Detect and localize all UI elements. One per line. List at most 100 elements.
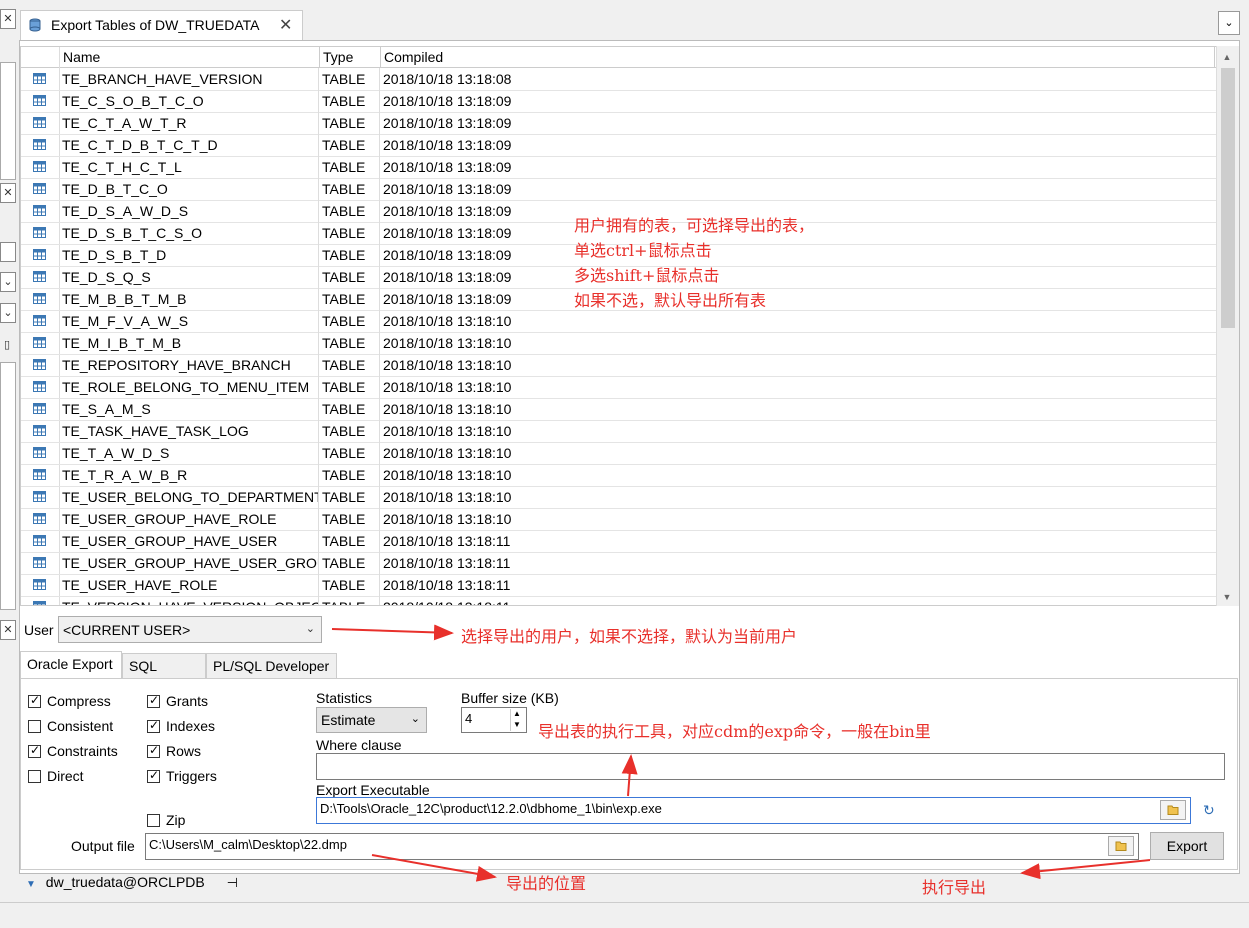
tab-sql-inserts[interactable]: SQL Inserts bbox=[122, 653, 206, 699]
export-executable-value: D:\Tools\Oracle_12C\product\12.2.0\dbhom… bbox=[320, 801, 662, 816]
compress-checkbox[interactable]: ✓ bbox=[28, 693, 41, 708]
cell-compiled: 2018/10/18 13:18:11 bbox=[381, 596, 681, 605]
cell-compiled: 2018/10/18 13:18:10 bbox=[383, 467, 512, 483]
column-header-type[interactable]: Type bbox=[320, 47, 381, 67]
cell-type: TABLE bbox=[320, 464, 380, 486]
table-row[interactable]: TE_T_R_A_W_B_R TABLE 2018/10/18 13:18:10 bbox=[21, 464, 1217, 487]
user-select-value: <CURRENT USER> bbox=[63, 622, 191, 638]
rows-label: Rows bbox=[166, 743, 202, 759]
close-icon[interactable]: ✕ bbox=[0, 183, 16, 203]
chevron-down-icon[interactable]: ⌄ bbox=[0, 303, 16, 323]
browse-output-button[interactable] bbox=[1108, 836, 1134, 856]
triangle-down-icon: ▼ bbox=[26, 879, 36, 890]
table-icon bbox=[33, 249, 46, 260]
check-icon: ✓ bbox=[149, 768, 160, 782]
cell-type: TABLE bbox=[320, 420, 380, 442]
cell-compiled: 2018/10/18 13:18:09 bbox=[383, 137, 512, 153]
consistent-checkbox[interactable] bbox=[28, 720, 41, 733]
close-icon[interactable]: ✕ bbox=[0, 620, 16, 640]
check-icon: ✓ bbox=[30, 693, 41, 707]
user-select[interactable]: <CURRENT USER> ⌄ bbox=[58, 616, 322, 643]
triggers-checkbox[interactable]: ✓ bbox=[147, 768, 160, 783]
table-row[interactable]: TE_USER_BELONG_TO_DEPARTMENT TABLE 2018/10… bbox=[21, 486, 1217, 509]
grid-header: Name Type Compiled bbox=[21, 47, 1217, 68]
export-executable-input[interactable]: D:\Tools\Oracle_12C\product\12.2.0\dbhom… bbox=[316, 797, 1191, 824]
connection-status[interactable]: ▼ dw_truedata@ORCLPDB ⊣ bbox=[26, 874, 238, 891]
cell-name: TE_USER_HAVE_ROLE bbox=[60, 574, 319, 596]
where-clause-input[interactable] bbox=[316, 753, 1225, 780]
check-icon: ✓ bbox=[30, 743, 41, 757]
grants-checkbox[interactable]: ✓ bbox=[147, 693, 160, 708]
browse-executable-button[interactable] bbox=[1160, 800, 1186, 820]
table-row[interactable]: TE_T_A_W_D_S TABLE 2018/10/18 13:18:10 bbox=[21, 442, 1217, 465]
table-row[interactable]: TE_C_T_D_B_T_C_T_D TABLE 2018/10/18 13:18:… bbox=[21, 134, 1217, 157]
buffer-size-spinner[interactable]: ▲ ▼ bbox=[510, 709, 526, 731]
table-row[interactable]: TE_VERSION_HAVE_VERSION_OBJECTTABLE2018/… bbox=[21, 596, 1217, 605]
table-row[interactable]: TE_BRANCH_HAVE_VERSION TABLE 2018/10/18 13… bbox=[21, 68, 1217, 91]
scroll-up-arrow-icon[interactable]: ▲ bbox=[1220, 50, 1234, 64]
cell-name: TE_REPOSITORY_HAVE_BRANCH bbox=[60, 354, 319, 376]
direct-checkbox[interactable] bbox=[28, 770, 41, 783]
cell-compiled: 2018/10/18 13:18:09 bbox=[383, 159, 512, 175]
table-icon bbox=[33, 227, 46, 238]
table-row[interactable]: TE_USER_HAVE_ROLE TABLE 2018/10/18 13:18:1… bbox=[21, 574, 1217, 597]
table-row[interactable]: TE_USER_GROUP_HAVE_USER TABLE 2018/10/18 1… bbox=[21, 530, 1217, 553]
cell-name: TE_C_T_A_W_T_R bbox=[60, 112, 319, 134]
cell-name: TE_VERSION_HAVE_VERSION_OBJECT bbox=[60, 596, 319, 605]
cell-compiled: 2018/10/18 13:18:11 bbox=[383, 555, 511, 571]
where-clause-label: Where clause bbox=[316, 737, 402, 753]
annotation-output: 导出的位置 bbox=[506, 874, 587, 893]
table-row[interactable]: TE_C_T_H_C_T_L TABLE 2018/10/18 13:18:09 bbox=[21, 156, 1217, 179]
statistics-select[interactable]: Estimate ⌄ bbox=[316, 707, 427, 733]
tab-plsql-developer[interactable]: PL/SQL Developer bbox=[206, 653, 337, 678]
annotation-user: 选择导出的用户，如果不选择，默认为当前用户 bbox=[461, 627, 798, 646]
table-row[interactable]: TE_USER_GROUP_HAVE_ROLE TABLE 2018/10/18 1… bbox=[21, 508, 1217, 531]
zip-checkbox[interactable] bbox=[147, 814, 160, 827]
chevron-down-icon: ⌄ bbox=[305, 623, 315, 635]
table-row[interactable]: TE_C_T_A_W_T_R TABLE 2018/10/18 13:18:09 bbox=[21, 112, 1217, 135]
chevron-down-icon[interactable]: ⌄ bbox=[0, 272, 16, 292]
table-icon bbox=[33, 161, 46, 172]
cell-type: TABLE bbox=[320, 354, 380, 376]
table-row[interactable]: TE_TASK_HAVE_TASK_LOG TABLE 2018/10/18 13:… bbox=[21, 420, 1217, 443]
rows-checkbox[interactable]: ✓ bbox=[147, 743, 160, 758]
table-row[interactable]: TE_S_A_M_S TABLE 2018/10/18 13:18:10 bbox=[21, 398, 1217, 421]
column-header-compiled[interactable]: Compiled bbox=[381, 47, 1215, 67]
table-row[interactable]: TE_D_B_T_C_O TABLE 2018/10/18 13:18:09 bbox=[21, 178, 1217, 201]
spin-up-icon[interactable]: ▲ bbox=[513, 709, 521, 718]
tab-list-dropdown[interactable]: ⌄ bbox=[1218, 11, 1240, 35]
table-icon bbox=[33, 601, 46, 605]
table-row[interactable]: TE_C_S_O_B_T_C_O TABLE 2018/10/18 13:18:09 bbox=[21, 90, 1217, 113]
table-row[interactable]: TE_M_I_B_T_M_B TABLE 2018/10/18 13:18:10 bbox=[21, 332, 1217, 355]
pin-icon[interactable]: ⊣ bbox=[227, 875, 238, 890]
table-row[interactable]: TE_USER_GROUP_HAVE_USER_GROUP TABLE 2018/1… bbox=[21, 552, 1217, 575]
tab-export-tables[interactable]: Export Tables of DW_TRUEDATA ✕ bbox=[20, 10, 303, 41]
side-button[interactable] bbox=[0, 242, 16, 262]
grid-vertical-scrollbar[interactable]: ▲ ▼ bbox=[1216, 46, 1239, 606]
close-icon[interactable]: ✕ bbox=[279, 15, 292, 35]
folder-icon bbox=[1115, 841, 1127, 851]
table-row[interactable]: TE_M_F_V_A_W_S TABLE 2018/10/18 13:18:10 bbox=[21, 310, 1217, 333]
column-header-name[interactable]: Name bbox=[60, 47, 320, 67]
close-icon[interactable]: ✕ bbox=[0, 9, 16, 29]
cell-type: TABLE bbox=[320, 332, 380, 354]
scrollbar-thumb[interactable] bbox=[1221, 68, 1235, 328]
output-file-input[interactable]: C:\Users\M_calm\Desktop\22.dmp bbox=[145, 833, 1139, 860]
spin-down-icon[interactable]: ▼ bbox=[513, 720, 521, 729]
cell-name: TE_C_S_O_B_T_C_O bbox=[60, 90, 319, 112]
cell-type: TABLE bbox=[320, 486, 380, 508]
tables-grid[interactable]: Name Type Compiled TE_BRANCH_HAVE_VERSIO… bbox=[20, 46, 1218, 606]
side-panel-fragment bbox=[0, 62, 16, 180]
tab-oracle-export[interactable]: Oracle Export bbox=[20, 651, 122, 678]
export-button[interactable]: Export bbox=[1150, 832, 1224, 860]
side-tree-fragment bbox=[0, 362, 16, 610]
refresh-icon[interactable]: ↻ bbox=[1203, 802, 1215, 819]
document-icon[interactable]: ▯ bbox=[0, 336, 14, 354]
constraints-checkbox[interactable]: ✓ bbox=[28, 743, 41, 758]
cell-name: TE_USER_GROUP_HAVE_ROLE bbox=[60, 508, 319, 530]
table-row[interactable]: TE_ROLE_BELONG_TO_MENU_ITEM TABLE 2018/10/… bbox=[21, 376, 1217, 399]
indexes-checkbox[interactable]: ✓ bbox=[147, 718, 160, 733]
table-row[interactable]: TE_REPOSITORY_HAVE_BRANCH TABLE 2018/10/18… bbox=[21, 354, 1217, 377]
scroll-down-arrow-icon[interactable]: ▼ bbox=[1220, 590, 1234, 604]
cell-compiled: 2018/10/18 13:18:10 bbox=[383, 489, 512, 505]
